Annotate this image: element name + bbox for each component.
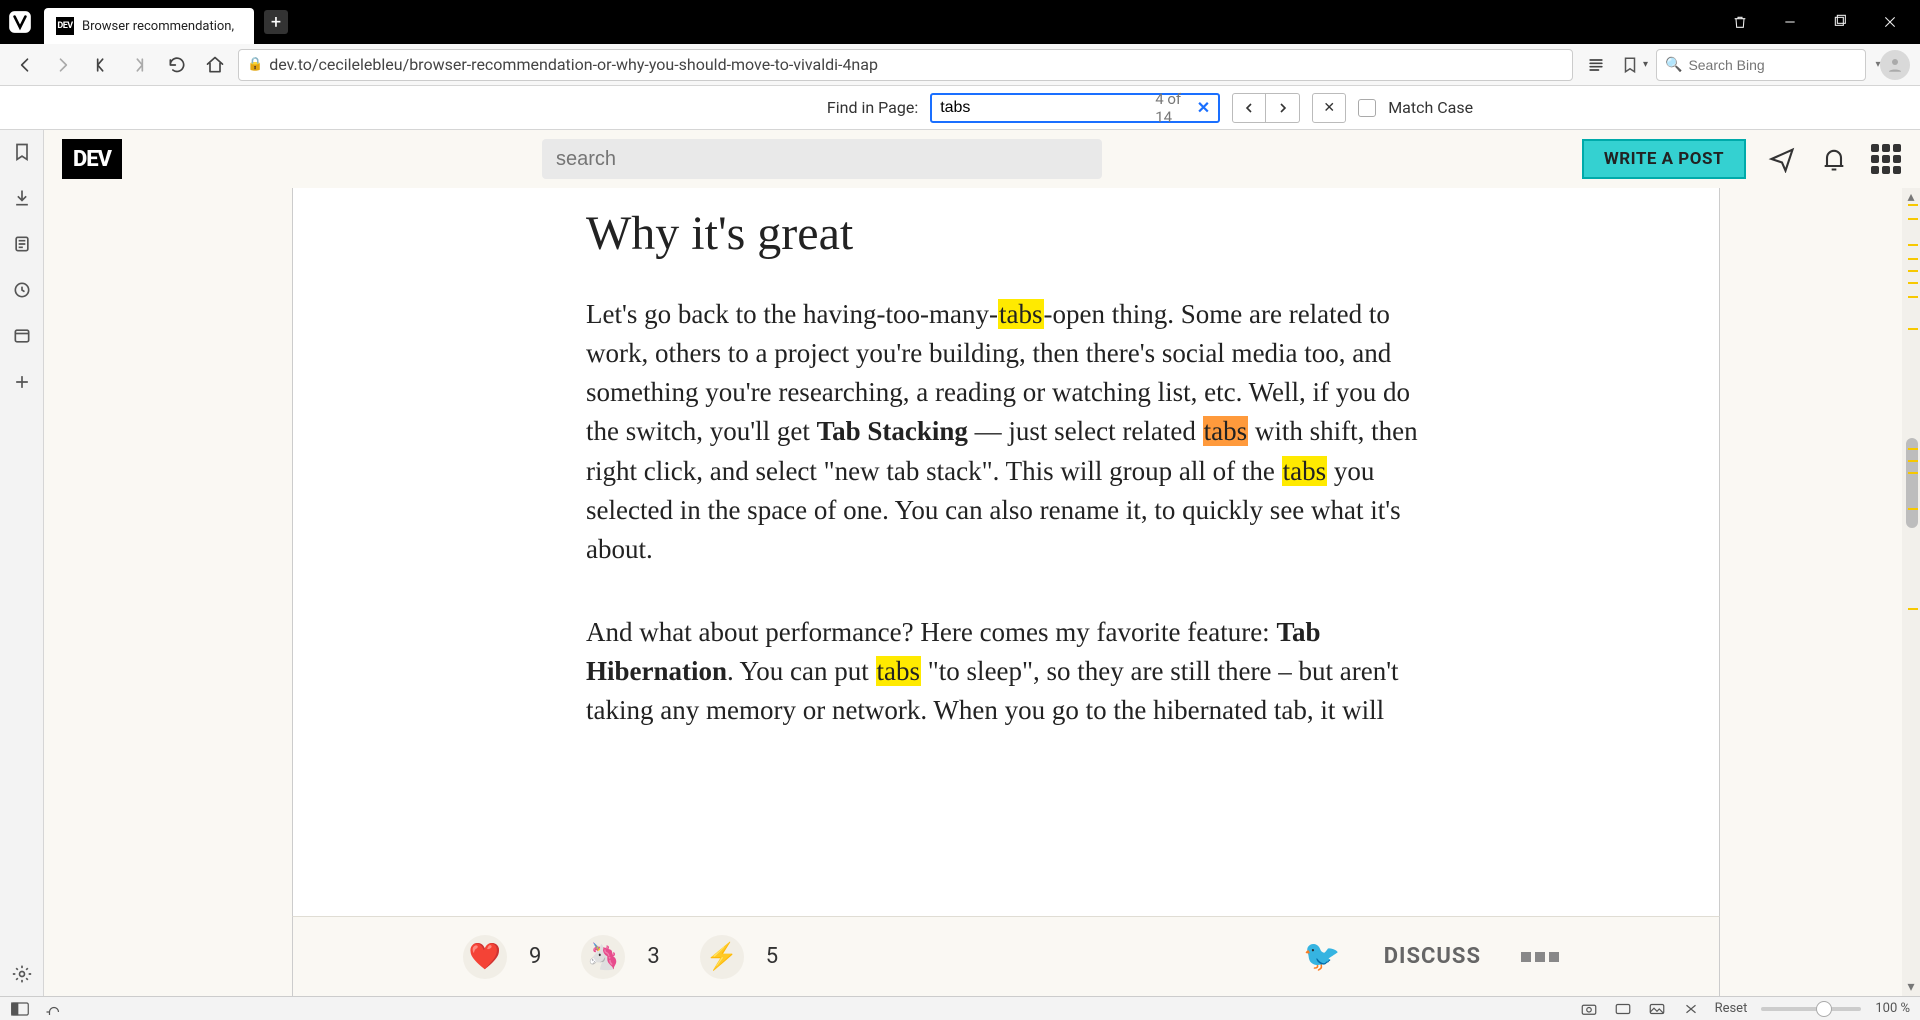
images-toggle-icon[interactable]: [1647, 1000, 1667, 1018]
fastforward-button[interactable]: [124, 50, 154, 80]
site-search[interactable]: [542, 139, 1102, 179]
vivaldi-logo-icon[interactable]: [0, 0, 40, 44]
more-options-icon[interactable]: [1521, 952, 1559, 962]
notifications-icon[interactable]: [1818, 143, 1850, 175]
browser-tab[interactable]: DEV Browser recommendation,: [44, 8, 254, 44]
article-heading: Why it's great: [586, 206, 1426, 261]
article-container: Why it's great Let's go back to the havi…: [292, 188, 1720, 916]
panel-downloads-icon[interactable]: [10, 186, 34, 210]
heart-count: 9: [529, 944, 541, 969]
url-bar[interactable]: 🔒 dev.to/cecilelebleu/browser-recommenda…: [238, 49, 1573, 81]
scrollbar-thumb[interactable]: [1906, 438, 1918, 528]
find-highlight: tabs: [876, 656, 922, 686]
panel-toggle-icon[interactable]: [10, 1000, 30, 1018]
new-tab-button[interactable]: +: [264, 10, 288, 34]
connect-icon[interactable]: [1766, 143, 1798, 175]
bolt-icon: ⚡: [700, 935, 744, 979]
find-input-wrapper: 4 of 14 ✕: [930, 93, 1220, 123]
workspace: DEV WRITE A POST Why it's great Let's go…: [0, 130, 1920, 996]
capture-icon[interactable]: [1579, 1000, 1599, 1018]
tab-title: Browser recommendation,: [82, 19, 234, 34]
panel-window-icon[interactable]: [10, 324, 34, 348]
find-next-button[interactable]: [1266, 93, 1300, 123]
find-highlight-current: tabs: [1203, 416, 1249, 446]
discuss-button[interactable]: DISCUSS: [1384, 944, 1481, 969]
panel-settings-icon[interactable]: [10, 962, 34, 986]
share-twitter[interactable]: 🐦: [1300, 935, 1344, 979]
find-count: 4 of 14: [1155, 90, 1189, 126]
menu-grid-icon[interactable]: [1870, 143, 1902, 175]
lock-icon: 🔒: [247, 57, 263, 72]
find-label: Find in Page:: [827, 98, 918, 117]
article-paragraph-1: Let's go back to the having-too-many-tab…: [586, 295, 1426, 569]
heart-icon: ❤️: [463, 935, 507, 979]
reaction-bolt[interactable]: ⚡ 5: [700, 935, 778, 979]
twitter-icon: 🐦: [1300, 935, 1344, 979]
search-engine-input[interactable]: [1688, 57, 1869, 73]
unicorn-icon: 🦄: [581, 935, 625, 979]
window-titlebar: DEV Browser recommendation, +: [0, 0, 1920, 44]
scrollbar[interactable]: ▴ ▾: [1902, 188, 1920, 996]
article-paragraph-2: And what about performance? Here comes m…: [586, 613, 1426, 730]
zoom-slider[interactable]: [1761, 1007, 1861, 1011]
find-close-button[interactable]: ✕: [1312, 93, 1346, 123]
search-icon: 🔍: [1665, 57, 1682, 73]
article: Why it's great Let's go back to the havi…: [576, 188, 1436, 916]
panel-notes-icon[interactable]: [10, 232, 34, 256]
find-highlight: tabs: [998, 299, 1044, 329]
find-highlight: tabs: [1282, 456, 1328, 486]
window-close-button[interactable]: [1868, 4, 1912, 40]
find-clear-button[interactable]: ✕: [1197, 98, 1210, 117]
home-button[interactable]: [200, 50, 230, 80]
reaction-unicorn[interactable]: 🦄 3: [581, 935, 659, 979]
tab-favicon-icon: DEV: [56, 17, 74, 35]
search-engine-box[interactable]: 🔍 ▾: [1656, 49, 1866, 81]
browser-navbar: 🔒 dev.to/cecilelebleu/browser-recommenda…: [0, 44, 1920, 86]
zoom-slider-knob[interactable]: [1816, 1001, 1832, 1017]
url-text: dev.to/cecilelebleu/browser-recommendati…: [269, 55, 1564, 74]
status-bar: Reset 100 %: [0, 996, 1920, 1020]
panel-bookmarks-icon[interactable]: [10, 140, 34, 164]
panel-history-icon[interactable]: [10, 278, 34, 302]
forward-button[interactable]: [48, 50, 78, 80]
page-actions-icon[interactable]: [1681, 1000, 1701, 1018]
window-minimize-button[interactable]: [1768, 4, 1812, 40]
tiling-icon[interactable]: [1613, 1000, 1633, 1018]
profile-avatar-icon[interactable]: [1880, 50, 1910, 80]
back-button[interactable]: [10, 50, 40, 80]
site-header: DEV WRITE A POST: [44, 130, 1920, 188]
find-in-page-bar: Find in Page: 4 of 14 ✕ ✕ Match Case: [0, 86, 1920, 130]
reaction-bar: ❤️ 9 🦄 3 ⚡ 5 🐦 DISCUSS: [292, 916, 1720, 996]
rewind-button[interactable]: [86, 50, 116, 80]
reload-button[interactable]: [162, 50, 192, 80]
write-post-button[interactable]: WRITE A POST: [1582, 139, 1746, 179]
match-case-label: Match Case: [1388, 98, 1473, 117]
scroll-down-icon[interactable]: ▾: [1902, 978, 1920, 996]
find-prev-button[interactable]: [1232, 93, 1266, 123]
dev-logo[interactable]: DEV: [62, 139, 122, 179]
zoom-level: 100 %: [1875, 1001, 1910, 1016]
site-search-input[interactable]: [556, 148, 1088, 171]
side-panel: [0, 130, 44, 996]
zoom-reset-button[interactable]: Reset: [1715, 1001, 1748, 1016]
match-case-checkbox[interactable]: [1358, 99, 1376, 117]
page-viewport: DEV WRITE A POST Why it's great Let's go…: [44, 130, 1920, 996]
reader-mode-icon[interactable]: [1581, 50, 1611, 80]
bolt-count: 5: [766, 944, 778, 969]
sync-icon[interactable]: [44, 1000, 64, 1018]
panel-add-icon[interactable]: [10, 370, 34, 394]
bookmark-icon[interactable]: [1619, 54, 1641, 76]
window-maximize-button[interactable]: [1818, 4, 1862, 40]
bookmark-dropdown-icon[interactable]: ▾: [1643, 59, 1648, 70]
trash-icon[interactable]: [1718, 4, 1762, 40]
unicorn-count: 3: [647, 944, 659, 969]
find-input[interactable]: [940, 99, 1147, 117]
reaction-heart[interactable]: ❤️ 9: [463, 935, 541, 979]
